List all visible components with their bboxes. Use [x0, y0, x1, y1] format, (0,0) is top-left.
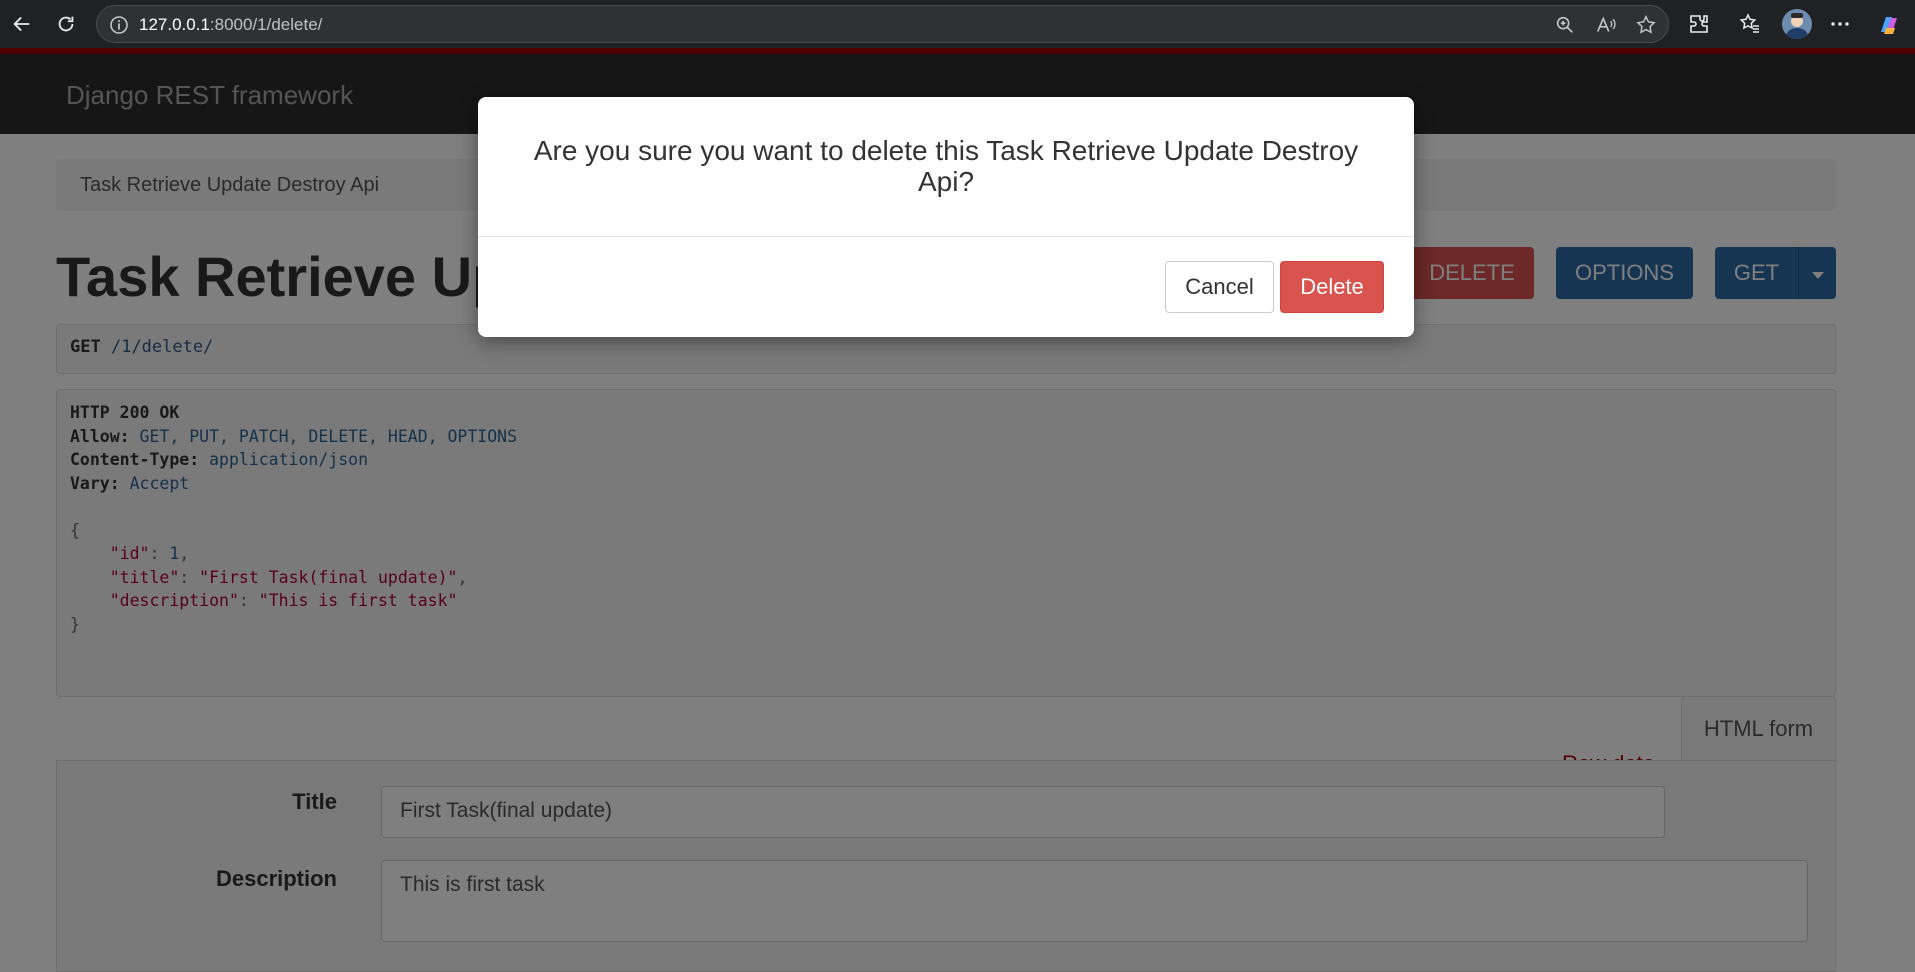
- back-icon[interactable]: [8, 10, 36, 38]
- delete-confirm-modal: Are you sure you want to delete this Tas…: [478, 97, 1414, 337]
- site-info-icon[interactable]: [109, 15, 129, 35]
- browser-toolbar: 127.0.0.1:8000/1/delete/: [0, 0, 1915, 48]
- address-bar[interactable]: 127.0.0.1:8000/1/delete/: [96, 5, 1669, 43]
- url-text: 127.0.0.1:8000/1/delete/: [139, 15, 323, 34]
- zoom-icon[interactable]: [1554, 14, 1576, 36]
- profile-avatar[interactable]: [1782, 9, 1812, 39]
- copilot-icon[interactable]: [1876, 12, 1900, 36]
- confirm-delete-button[interactable]: Delete: [1280, 261, 1384, 313]
- extensions-icon[interactable]: [1687, 12, 1711, 36]
- cancel-button[interactable]: Cancel: [1165, 261, 1274, 313]
- modal-header: Are you sure you want to delete this Tas…: [478, 97, 1414, 237]
- favorite-star-icon[interactable]: [1635, 14, 1657, 36]
- read-aloud-icon[interactable]: [1595, 14, 1617, 36]
- more-options-icon[interactable]: [1828, 12, 1852, 36]
- favorites-icon[interactable]: [1738, 12, 1762, 36]
- modal-message: Are you sure you want to delete this Tas…: [533, 135, 1359, 197]
- refresh-icon[interactable]: [52, 10, 80, 38]
